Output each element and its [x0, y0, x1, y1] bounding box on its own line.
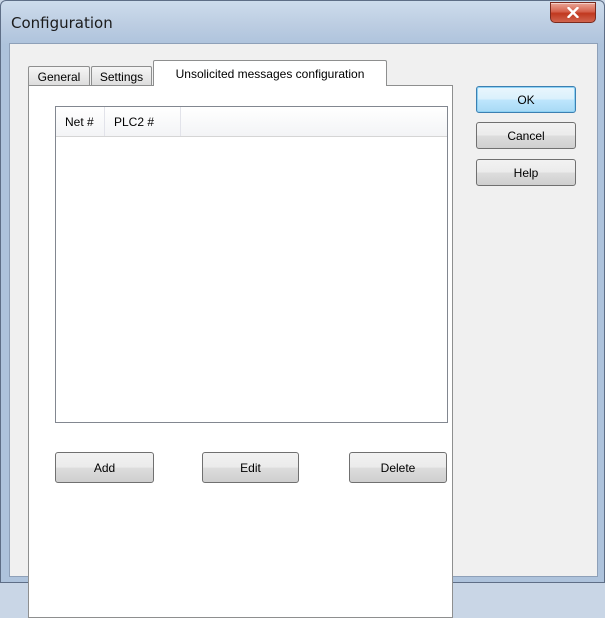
close-icon: [567, 7, 579, 18]
tab-settings[interactable]: Settings: [91, 66, 152, 86]
help-button[interactable]: Help: [476, 159, 576, 186]
add-button[interactable]: Add: [55, 452, 154, 483]
column-header-net[interactable]: Net #: [56, 107, 105, 136]
delete-button[interactable]: Delete: [349, 452, 447, 483]
tab-general[interactable]: General: [28, 66, 90, 86]
cancel-button[interactable]: Cancel: [476, 122, 576, 149]
unsolicited-messages-list[interactable]: Net # PLC2 #: [55, 106, 448, 423]
edit-button[interactable]: Edit: [202, 452, 299, 483]
column-header-plc2[interactable]: PLC2 #: [105, 107, 181, 136]
list-header: Net # PLC2 #: [56, 107, 447, 137]
close-button[interactable]: [550, 2, 596, 23]
window-title: Configuration: [11, 14, 113, 32]
tab-panel-unsolicited-messages: Net # PLC2 # Add Edit Delete: [28, 85, 453, 618]
title-bar[interactable]: Configuration: [1, 1, 604, 43]
configuration-dialog: Configuration General Settings Unsolicit…: [0, 0, 605, 618]
dialog-client-area: General Settings Unsolicited messages co…: [9, 43, 598, 618]
tab-unsolicited-messages-configuration[interactable]: Unsolicited messages configuration: [153, 60, 387, 86]
ok-button[interactable]: OK: [476, 86, 576, 113]
